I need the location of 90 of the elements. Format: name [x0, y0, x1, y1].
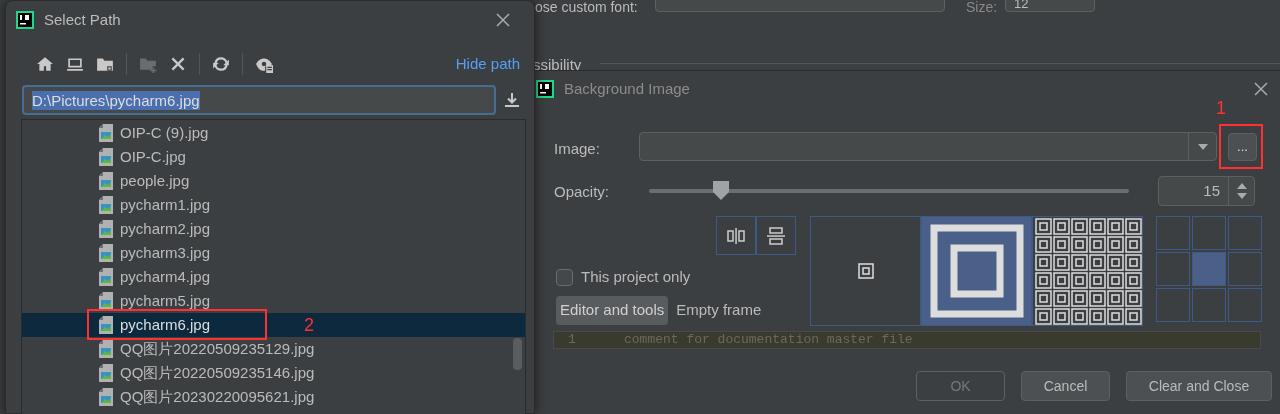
file-name: pycharm4.jpg — [120, 266, 211, 287]
file-row[interactable]: pycharm4.jpg — [22, 265, 525, 289]
spinner-value: 15 — [1202, 180, 1221, 201]
selected-path-text: D:\Pictures\pycharm6.jpg — [32, 90, 200, 110]
anchor-cell[interactable] — [1156, 216, 1190, 250]
anchor-cell[interactable] — [1192, 216, 1226, 250]
up-down-arrows-icon[interactable] — [1236, 183, 1247, 199]
image-file-icon — [99, 148, 113, 166]
dialog-button[interactable]: Cancel — [1021, 371, 1110, 401]
anchor-cell[interactable] — [1192, 288, 1226, 322]
anchor-cell[interactable] — [1228, 252, 1262, 286]
file-row[interactable]: QQ图片20220509235129.jpg — [22, 337, 525, 361]
image-file-icon — [99, 196, 113, 214]
field-label: ose custom font: — [535, 0, 638, 14]
file-list[interactable]: OIP-C (9).jpg OIP-C.jpg people.jpg pycharm1.jpg pycharm2.jpg pycharm3.jpg pycharm4.jpg pycharm5.jpg pycharm6.jpg QQ图片20220509235129.jpg QQ图片20220509235146.jpg QQ图片20230220095621.jpg 2 — [21, 119, 526, 414]
annotation-number: 1 — [1216, 97, 1226, 120]
dialog-title: Select Path — [44, 9, 121, 30]
file-name: OIP-C (9).jpg — [120, 122, 209, 143]
file-name: pycharm6.jpg — [120, 314, 211, 335]
slider-thumb[interactable] — [712, 180, 730, 200]
file-name: QQ图片20230220095621.jpg — [120, 386, 315, 407]
anchor-cell[interactable] — [1228, 216, 1262, 250]
file-name: QQ图片20220509235146.jpg — [120, 362, 315, 383]
close-icon[interactable] — [1254, 82, 1268, 96]
file-name: pycharm3.jpg — [120, 242, 211, 263]
image-file-icon — [99, 124, 113, 142]
field-label: Opacity: — [554, 182, 610, 202]
flip-vertical-button[interactable] — [756, 216, 796, 255]
field-label: Image: — [554, 139, 600, 159]
opacity-spinner[interactable]: 15 — [1158, 176, 1255, 206]
eye-icon[interactable] — [255, 55, 273, 73]
segment-tab[interactable]: Empty frame — [672, 296, 766, 325]
fill-mode-option[interactable] — [921, 216, 1032, 326]
image-file-icon — [99, 364, 113, 382]
file-name: OIP-C.jpg — [120, 146, 186, 167]
file-name: QQ图片20220509235129.jpg — [120, 338, 315, 359]
font-field[interactable] — [655, 0, 945, 12]
home-icon[interactable] — [36, 55, 54, 73]
pycharm-logo-icon — [16, 11, 34, 29]
field-label: Size: — [966, 0, 998, 14]
image-file-icon — [99, 316, 113, 334]
dialog-button[interactable]: Clear and Close — [1126, 371, 1272, 401]
close-icon[interactable] — [169, 55, 187, 73]
desktop-icon[interactable] — [66, 55, 84, 73]
image-file-icon — [99, 292, 113, 310]
flip-vertical-icon — [767, 226, 785, 245]
file-name: people.jpg — [120, 170, 190, 191]
anchor-cell[interactable] — [1228, 288, 1262, 322]
image-file-icon — [99, 388, 113, 406]
close-icon[interactable] — [496, 13, 510, 27]
checkbox-label: This project only — [581, 267, 691, 287]
anchor-cell[interactable] — [1156, 252, 1190, 286]
file-row[interactable]: pycharm5.jpg — [22, 289, 525, 313]
file-row[interactable]: OIP-C (9).jpg — [22, 121, 525, 145]
image-file-icon — [99, 268, 113, 286]
dialog-title: Background Image — [564, 78, 690, 99]
centered-square-icon — [857, 263, 874, 279]
annotation-box — [1219, 124, 1263, 169]
flip-horizontal-icon — [727, 227, 745, 244]
file-name: pycharm5.jpg — [120, 290, 211, 311]
folder-icon[interactable] — [96, 55, 114, 73]
path-field[interactable]: D:\Pictures\pycharm6.jpg — [22, 85, 496, 115]
file-row[interactable]: pycharm2.jpg — [22, 217, 525, 241]
file-row[interactable]: OIP-C.jpg — [22, 145, 525, 169]
image-file-icon — [99, 340, 113, 358]
image-file-icon — [99, 220, 113, 238]
anchor-cell[interactable] — [1156, 288, 1190, 322]
file-row[interactable]: pycharm3.jpg — [22, 241, 525, 265]
image-file-icon — [99, 172, 113, 190]
file-row[interactable]: pycharm1.jpg — [22, 193, 525, 217]
anchor-cell[interactable] — [1192, 252, 1226, 286]
tiled-squares-icon — [1033, 217, 1142, 325]
fill-mode-option[interactable] — [1032, 216, 1143, 326]
file-row[interactable]: QQ图片20230220095621.jpg — [22, 385, 525, 409]
image-file-icon — [99, 244, 113, 262]
scrollbar-thumb[interactable] — [513, 338, 522, 370]
file-name: pycharm1.jpg — [120, 194, 211, 215]
browse-button[interactable]: ... — [1228, 133, 1257, 161]
checkbox[interactable] — [556, 268, 573, 286]
dropdown-arrow-icon[interactable] — [1197, 143, 1208, 150]
download-icon[interactable] — [504, 92, 520, 108]
hide-path-link[interactable]: Hide path — [455, 52, 520, 76]
pycharm-logo-icon — [536, 80, 554, 98]
segment-tab[interactable]: Editor and tools — [556, 296, 669, 325]
file-row[interactable]: people.jpg — [22, 169, 525, 193]
file-name: pycharm2.jpg — [120, 218, 211, 239]
file-row[interactable]: QQ图片20220509235146.jpg — [22, 361, 525, 385]
annotation-number: 2 — [304, 314, 314, 336]
flip-horizontal-button[interactable] — [716, 216, 756, 255]
refresh-icon[interactable] — [212, 55, 230, 73]
